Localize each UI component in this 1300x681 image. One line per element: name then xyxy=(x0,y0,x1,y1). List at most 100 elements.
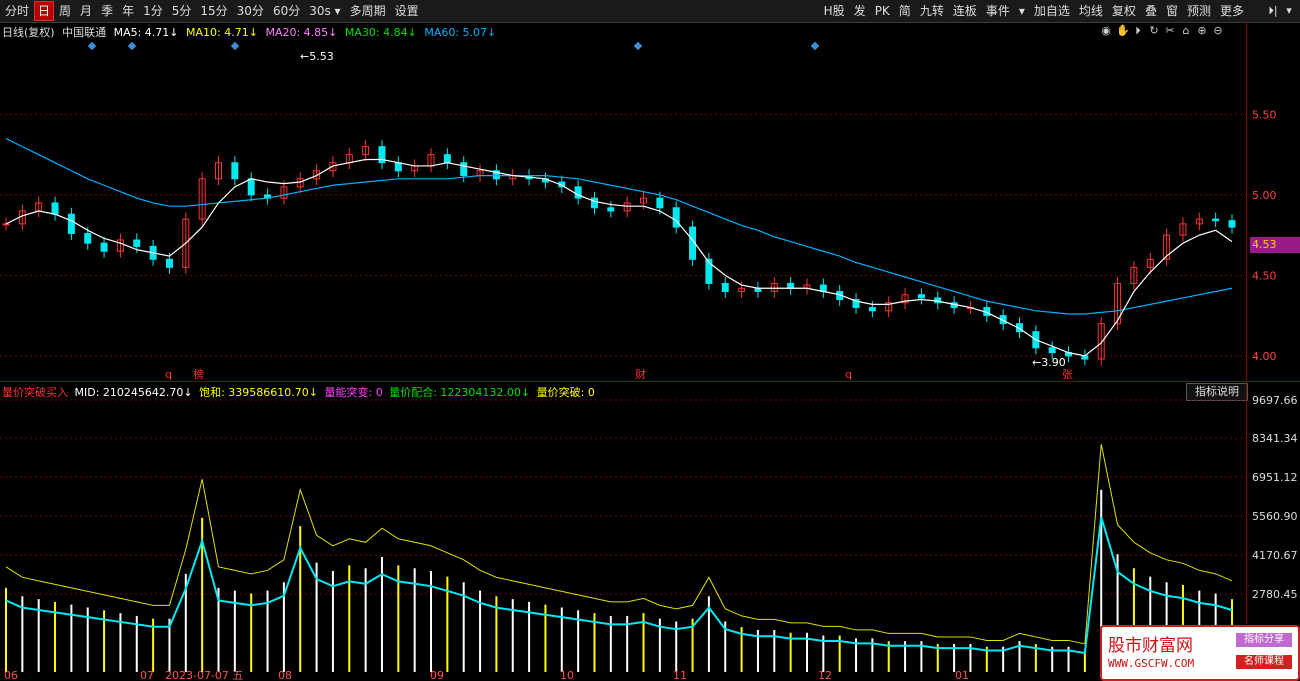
candle-body-60 xyxy=(983,307,991,317)
candle-body-37 xyxy=(607,207,615,212)
expand-icon[interactable]: ⏵| xyxy=(1266,2,1280,20)
candle-body-27 xyxy=(443,154,451,164)
indicator-explain-button[interactable]: 指标说明 xyxy=(1186,383,1248,401)
kline-chart[interactable]: 5.50 5.00 4.50 4.00 ←5.53 ←3.90 q 榜 财 q 张 9697.66 83… xyxy=(0,0,1300,680)
candle-body-6 xyxy=(100,242,108,252)
candle-body-42 xyxy=(689,226,697,260)
period-button-0[interactable]: 分时 xyxy=(1,1,33,21)
ma60-line xyxy=(5,138,1233,315)
event-marker-3: q xyxy=(845,368,852,381)
x-tick-6: 11 xyxy=(673,669,687,680)
candle-body-35 xyxy=(574,186,582,199)
period-button-3[interactable]: 月 xyxy=(76,1,96,21)
function-button-9[interactable]: 均线 xyxy=(1075,1,1107,21)
candle-body-69 xyxy=(1130,266,1138,284)
saturation-value: 饱和: 339586610.70↓ xyxy=(199,386,319,399)
eye-icon[interactable]: ◉ xyxy=(1100,24,1112,38)
price-tick-0: 5.50 xyxy=(1252,108,1277,121)
function-button-12[interactable]: 窗 xyxy=(1162,1,1182,21)
period-button-4[interactable]: 季 xyxy=(97,1,117,21)
function-button-11[interactable]: 叠 xyxy=(1141,1,1161,21)
candle-body-5 xyxy=(84,233,92,244)
candle-body-8 xyxy=(133,239,141,247)
scissors-icon[interactable]: ✂ xyxy=(1164,24,1176,38)
candle-body-13 xyxy=(215,162,223,180)
play-icon[interactable]: ⏵ xyxy=(1132,24,1144,38)
period-button-5[interactable]: 年 xyxy=(118,1,138,21)
mid-value: MID: 210245642.70↓ xyxy=(74,386,193,399)
candle-body-14 xyxy=(231,162,239,180)
candle-body-31 xyxy=(509,175,517,180)
candle-body-20 xyxy=(329,162,337,172)
function-button-2[interactable]: PK xyxy=(871,1,894,21)
candle-body-47 xyxy=(770,282,778,292)
chevron-down-icon[interactable]: ▾ xyxy=(1282,2,1296,20)
event-diamond-0 xyxy=(87,41,97,51)
candle-body-12 xyxy=(198,178,206,220)
candle-body-68 xyxy=(1114,282,1122,325)
period-button-9[interactable]: 30分 xyxy=(233,1,268,21)
candle-body-67 xyxy=(1097,323,1105,360)
candle-body-65 xyxy=(1065,352,1073,357)
candle-body-58 xyxy=(950,302,958,309)
candle-body-50 xyxy=(819,284,827,292)
candle-body-16 xyxy=(264,194,272,199)
lock-icon[interactable]: ⌂ xyxy=(1180,24,1192,38)
candle-body-4 xyxy=(67,213,75,235)
function-button-5[interactable]: 连板 xyxy=(949,1,981,21)
indicator-name[interactable]: 量价突破买入 xyxy=(2,386,68,399)
function-button-1[interactable]: 发 xyxy=(850,1,870,21)
period-button-8[interactable]: 15分 xyxy=(196,1,231,21)
pane-divider xyxy=(0,381,1300,382)
candle-body-59 xyxy=(966,307,974,310)
axis-border xyxy=(1246,22,1247,680)
function-button-14[interactable]: 更多 xyxy=(1216,1,1248,21)
zoom-out-icon[interactable]: ⊖ xyxy=(1212,24,1224,38)
function-button-13[interactable]: 预测 xyxy=(1183,1,1215,21)
candle-body-40 xyxy=(656,197,664,209)
function-button-3[interactable]: 简 xyxy=(895,1,915,21)
candle-body-3 xyxy=(51,202,59,215)
candle-body-21 xyxy=(345,154,353,164)
candle-body-43 xyxy=(705,258,713,284)
function-button-7[interactable]: ▾ xyxy=(1015,1,1029,21)
candle-body-30 xyxy=(492,170,500,180)
period-button-10[interactable]: 60分 xyxy=(269,1,304,21)
period-button-2[interactable]: 周 xyxy=(55,1,75,21)
ma60-value: MA60: 5.07↓ xyxy=(424,26,497,39)
candle-body-25 xyxy=(411,165,419,172)
volume-tick-1: 8341.34 xyxy=(1252,432,1298,445)
function-button-10[interactable]: 复权 xyxy=(1108,1,1140,21)
candle-body-33 xyxy=(541,178,549,183)
function-button-6[interactable]: 事件 xyxy=(982,1,1014,21)
function-button-0[interactable]: H股 xyxy=(820,1,849,21)
event-diamond-3 xyxy=(633,41,643,51)
candle-body-24 xyxy=(394,162,402,172)
candle-body-70 xyxy=(1146,258,1154,268)
ma20-value: MA20: 4.85↓ xyxy=(265,26,338,39)
ma30-value: MA30: 4.84↓ xyxy=(344,26,417,39)
candle-body-57 xyxy=(934,297,942,304)
period-button-13[interactable]: 设置 xyxy=(391,1,423,21)
period-button-7[interactable]: 5分 xyxy=(168,1,196,21)
volume-band-line xyxy=(5,516,1233,655)
candle-body-53 xyxy=(868,307,876,312)
zoom-in-icon[interactable]: ⊕ xyxy=(1196,24,1208,38)
period-button-12[interactable]: 多周期 xyxy=(346,1,390,21)
event-diamond-4 xyxy=(810,41,820,51)
candle-body-9 xyxy=(149,245,157,260)
refresh-icon[interactable]: ↻ xyxy=(1148,24,1160,38)
price-legend: 日线(复权) 中国联通 MA5: 4.71↓ MA10: 4.71↓ MA20:… xyxy=(2,24,500,40)
hand-icon[interactable]: ✋ xyxy=(1116,24,1130,38)
period-button-1[interactable]: 日 xyxy=(34,1,55,21)
candle-body-71 xyxy=(1163,234,1171,260)
period-toolbar: 分时日周月季年 1分 5分 15分 30分 60分 30s ▾ 多周期 设置 xyxy=(0,1,423,21)
candle-body-52 xyxy=(852,299,860,309)
function-button-4[interactable]: 九转 xyxy=(916,1,948,21)
event-diamond-2 xyxy=(230,41,240,51)
candle-body-22 xyxy=(362,146,370,156)
period-button-11[interactable]: 30s ▾ xyxy=(305,1,344,21)
function-button-8[interactable]: 加自选 xyxy=(1030,1,1074,21)
candle-body-26 xyxy=(427,154,435,167)
period-button-6[interactable]: 1分 xyxy=(139,1,167,21)
